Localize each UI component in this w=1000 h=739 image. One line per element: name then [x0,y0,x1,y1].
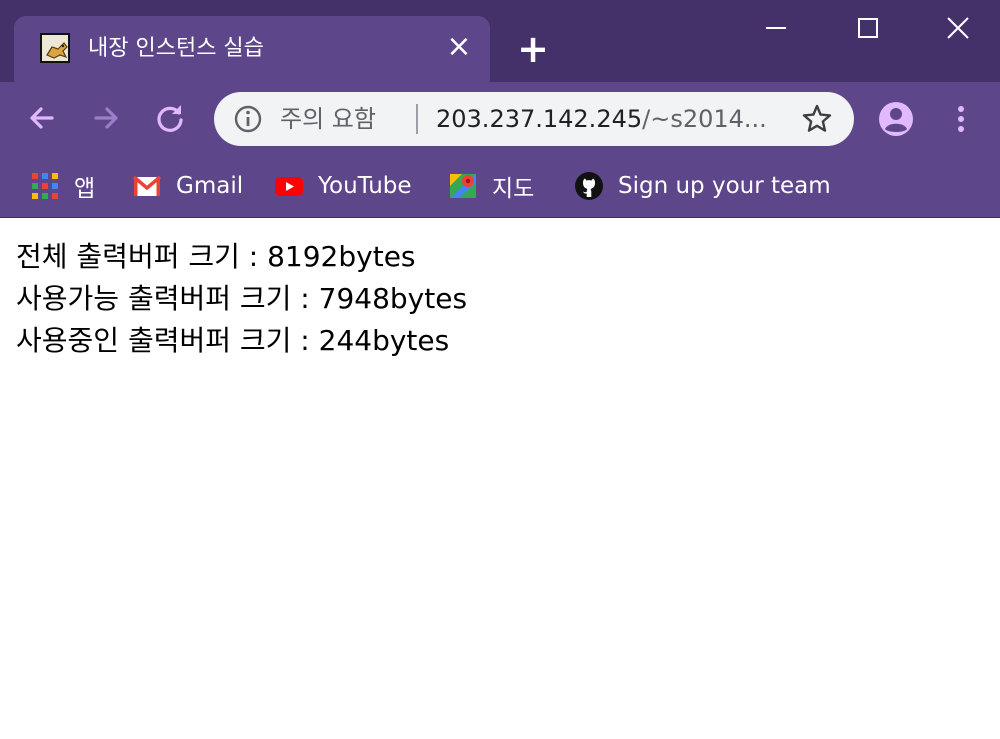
url-host: 203.237.142.245 [436,105,643,133]
account-icon[interactable] [877,100,915,138]
gmail-icon [132,171,162,201]
arrow-left-icon[interactable] [20,96,64,140]
bookmarks-bar: 앱 Gmail YouTube 지도 Sign up your team [0,156,1000,218]
tab-title: 내장 인스턴스 실습 [88,36,264,61]
buffer-available-line: 사용가능 출력버퍼 크기 : 7948bytes [16,282,468,315]
bookmark-maps[interactable]: 지도 [448,166,534,206]
bookmark-gmail[interactable]: Gmail [132,166,243,206]
url-text[interactable]: 203.237.142.245/~s2014... [436,104,776,134]
bookmark-youtube[interactable]: YouTube [274,166,412,206]
star-icon[interactable] [800,102,834,136]
bookmark-apps[interactable]: 앱 [30,166,95,206]
address-bar[interactable]: 주의 요함 203.237.142.245/~s2014... [214,92,854,146]
page-content: 전체 출력버퍼 크기 : 8192bytes 사용가능 출력버퍼 크기 : 79… [16,236,467,362]
close-icon[interactable] [928,0,988,56]
maps-icon [448,171,478,201]
buffer-total-line: 전체 출력버퍼 크기 : 8192bytes [16,240,416,273]
bookmark-github[interactable]: Sign up your team [574,166,831,206]
omnibox-divider [416,104,418,134]
tab-close-icon[interactable]: × [442,30,476,64]
youtube-icon [274,171,304,201]
tomcat-icon [40,33,70,63]
bookmark-label: 앱 [74,176,96,202]
buffer-used-line: 사용중인 출력버퍼 크기 : 244bytes [16,324,450,357]
maximize-icon[interactable] [838,0,898,56]
reload-icon[interactable] [148,96,192,140]
bookmark-label: 지도 [492,176,535,202]
browser-tab[interactable]: 내장 인스턴스 실습 × [14,16,490,82]
title-bar: 내장 인스턴스 실습 × + [0,0,1000,82]
browser-toolbar: 주의 요함 203.237.142.245/~s2014... [0,82,1000,156]
security-label[interactable]: 주의 요함 [280,104,376,134]
bookmark-label: Gmail [176,173,244,199]
apps-grid-icon [30,171,60,201]
arrow-right-icon[interactable] [84,96,128,140]
info-icon[interactable] [232,103,264,135]
minimize-icon[interactable] [746,0,806,56]
bookmark-label: Sign up your team [618,173,831,199]
more-vert-icon[interactable] [944,100,978,138]
url-path: /~s2014... [642,105,767,133]
bookmark-label: YouTube [318,173,412,199]
github-icon [574,171,604,201]
new-tab-button[interactable]: + [515,30,551,68]
